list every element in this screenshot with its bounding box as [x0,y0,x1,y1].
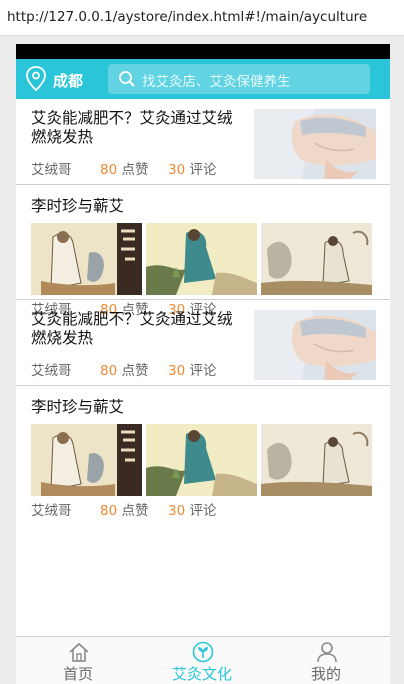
search-placeholder: 找艾灸店、艾灸保健养生 [142,74,291,90]
bottom-tab-bar: 首页 艾灸文化 我的 [16,636,390,684]
app-screen: 成都 找艾灸店、艾灸保健养生 艾灸能减肥不？艾灸通过艾绒燃烧发热 艾绒哥 80 点… [16,44,390,684]
article-image[interactable] [146,223,257,295]
article-image[interactable] [146,424,257,496]
status-bar [16,44,390,59]
article-author: 艾绒哥 [31,503,72,519]
article-meta: 艾绒哥 80 点赞 30 评论 [31,499,216,519]
comments-label: 评论 [189,363,217,379]
likes-label: 点赞 [121,363,149,379]
browser-address-bar[interactable]: http://127.0.0.1/aystore/index.html#!/ma… [0,0,404,36]
article-title[interactable]: 艾灸能减肥不？艾灸通过艾绒燃烧发热 [31,310,241,348]
article-feed: 艾灸能减肥不？艾灸通过艾绒燃烧发热 艾绒哥 80 点赞 30 评论 李时珍与蕲艾 [16,99,390,519]
article-item[interactable]: 李时珍与蕲艾 艾绒哥 80 点赞 30 评论 [16,185,390,318]
comments-label: 评论 [189,503,217,519]
article-thumbnail[interactable] [254,109,376,179]
search-icon [119,71,135,87]
likes-count: 80 [100,503,118,519]
likes-count: 80 [100,162,118,178]
article-image[interactable] [261,223,372,295]
search-input[interactable]: 找艾灸店、艾灸保健养生 [108,64,370,94]
likes-label: 点赞 [121,162,149,178]
location-pin-icon[interactable] [24,65,48,93]
article-image[interactable] [31,424,142,496]
url-text[interactable]: http://127.0.0.1/aystore/index.html#!/ma… [7,9,367,25]
tab-mine[interactable]: 我的 [264,637,388,684]
comments-count: 30 [168,503,186,519]
leaf-icon [192,641,214,663]
article-item[interactable]: 艾灸能减肥不？艾灸通过艾绒燃烧发热 艾绒哥 80 点赞 30 评论 [16,300,390,386]
article-thumbnail[interactable] [254,310,376,380]
article-image[interactable] [31,223,142,295]
tab-label: 艾灸文化 [171,665,232,683]
top-header: 成都 找艾灸店、艾灸保健养生 [16,59,390,99]
likes-label: 点赞 [121,503,149,519]
user-icon [317,642,337,663]
article-meta: 艾绒哥 80 点赞 30 评论 [31,359,216,379]
comments-count: 30 [168,162,186,178]
article-author: 艾绒哥 [31,363,72,379]
tab-label: 我的 [310,665,341,683]
city-selector[interactable]: 成都 [53,70,83,91]
likes-count: 80 [100,363,118,379]
article-title[interactable]: 艾灸能减肥不？艾灸通过艾绒燃烧发热 [31,109,241,147]
tab-home[interactable]: 首页 [16,637,140,684]
comments-count: 30 [168,363,186,379]
article-item[interactable]: 艾灸能减肥不？艾灸通过艾绒燃烧发热 艾绒哥 80 点赞 30 评论 [16,99,390,185]
home-icon [69,642,89,662]
article-item[interactable]: 李时珍与蕲艾 艾绒哥 80 点赞 30 评论 [16,386,390,519]
article-title[interactable]: 李时珍与蕲艾 [31,398,124,417]
article-title[interactable]: 李时珍与蕲艾 [31,197,124,216]
article-image[interactable] [261,424,372,496]
article-meta: 艾绒哥 80 点赞 30 评论 [31,158,216,178]
tab-culture[interactable]: 艾灸文化 [140,637,264,684]
article-author: 艾绒哥 [31,162,72,178]
comments-label: 评论 [189,162,217,178]
tab-label: 首页 [62,665,93,683]
